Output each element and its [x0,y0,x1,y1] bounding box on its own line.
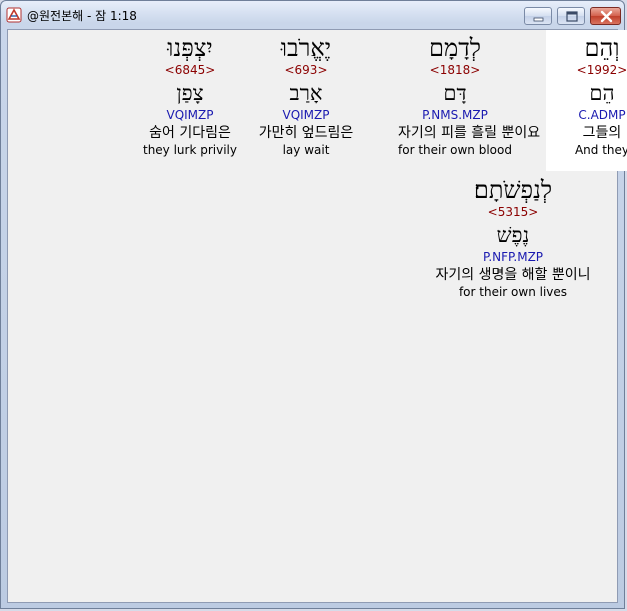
hebrew-root: דָּם [443,81,467,105]
korean-gloss: 숨어 기다림은 [149,125,231,141]
hebrew-root: צָפַן [176,81,204,105]
strong-number[interactable]: <5315> [420,205,606,219]
interlinear-view: וְהֵם <1992> הֵם C.ADMP 그들의 And they לְד… [7,29,627,603]
strong-number[interactable]: <693> [250,63,362,77]
hebrew-word: לְנַפְשֹׁתָם׃ [473,176,553,204]
window-title: @원전본해 - 잠 1:18 [27,9,137,23]
app-window: @원전본해 - 잠 1:18 וְהֵם <1992> הֵם C.ADMP 그… [0,0,627,609]
app-logo-icon [6,7,22,23]
parsing-code: P.NFP.MZP [482,250,544,264]
maximize-button[interactable] [557,7,585,25]
parsing-code: C.ADMP [578,108,626,122]
strong-number[interactable]: <6845> [134,63,246,77]
maximize-icon [566,11,578,22]
parsing-code: VQIMZP [282,108,330,122]
korean-gloss: 자기의 생명을 해할 뿐이니 [435,267,591,283]
word-column-4[interactable]: יִצְפְּנוּ <6845> צָפַן VQIMZP 숨어 기다림은 t… [134,30,246,158]
hebrew-root: נֶפֶשׁ [496,223,530,247]
hebrew-word: לְדָמָם [429,34,481,62]
word-column-1[interactable]: וְהֵם <1992> הֵם C.ADMP 그들의 And they [546,30,627,171]
english-gloss: they lurk privily [142,143,237,157]
korean-gloss: 자기의 피를 흘릴 뿐이요 [398,125,541,141]
english-gloss: for their own blood [398,143,512,157]
parsing-code: P.NMS.MZP [422,108,488,122]
strong-number[interactable]: <1992> [546,63,627,77]
word-column-2[interactable]: לְדָמָם <1818> דָּם P.NMS.MZP 자기의 피를 흘릴 … [398,30,541,158]
hebrew-root: הֵם [589,81,615,105]
english-gloss: lay wait [282,143,330,157]
strong-number[interactable]: <1818> [398,63,512,77]
korean-gloss: 그들의 [582,125,622,141]
english-gloss: And they [574,143,627,157]
close-icon [600,10,613,23]
hebrew-word: יֶאֱרֹבוּ [280,34,332,62]
word-column-3[interactable]: יֶאֱרֹבוּ <693> אָרַב VQIMZP 가만히 엎드림은 la… [250,30,362,158]
hebrew-word: וְהֵם [584,34,620,62]
word-column-5[interactable]: לְנַפְשֹׁתָם׃ <5315> נֶפֶשׁ P.NFP.MZP 자기… [420,172,606,300]
hebrew-word: יִצְפְּנוּ [167,34,213,62]
korean-gloss: 가만히 엎드림은 [258,125,354,141]
close-button[interactable] [590,7,621,25]
english-gloss: for their own lives [458,285,568,299]
parsing-code: VQIMZP [166,108,214,122]
minimize-button[interactable] [524,7,552,25]
hebrew-root: אָרַב [289,81,323,105]
title-bar[interactable]: @원전본해 - 잠 1:18 [1,1,626,29]
minimize-icon [533,17,544,22]
